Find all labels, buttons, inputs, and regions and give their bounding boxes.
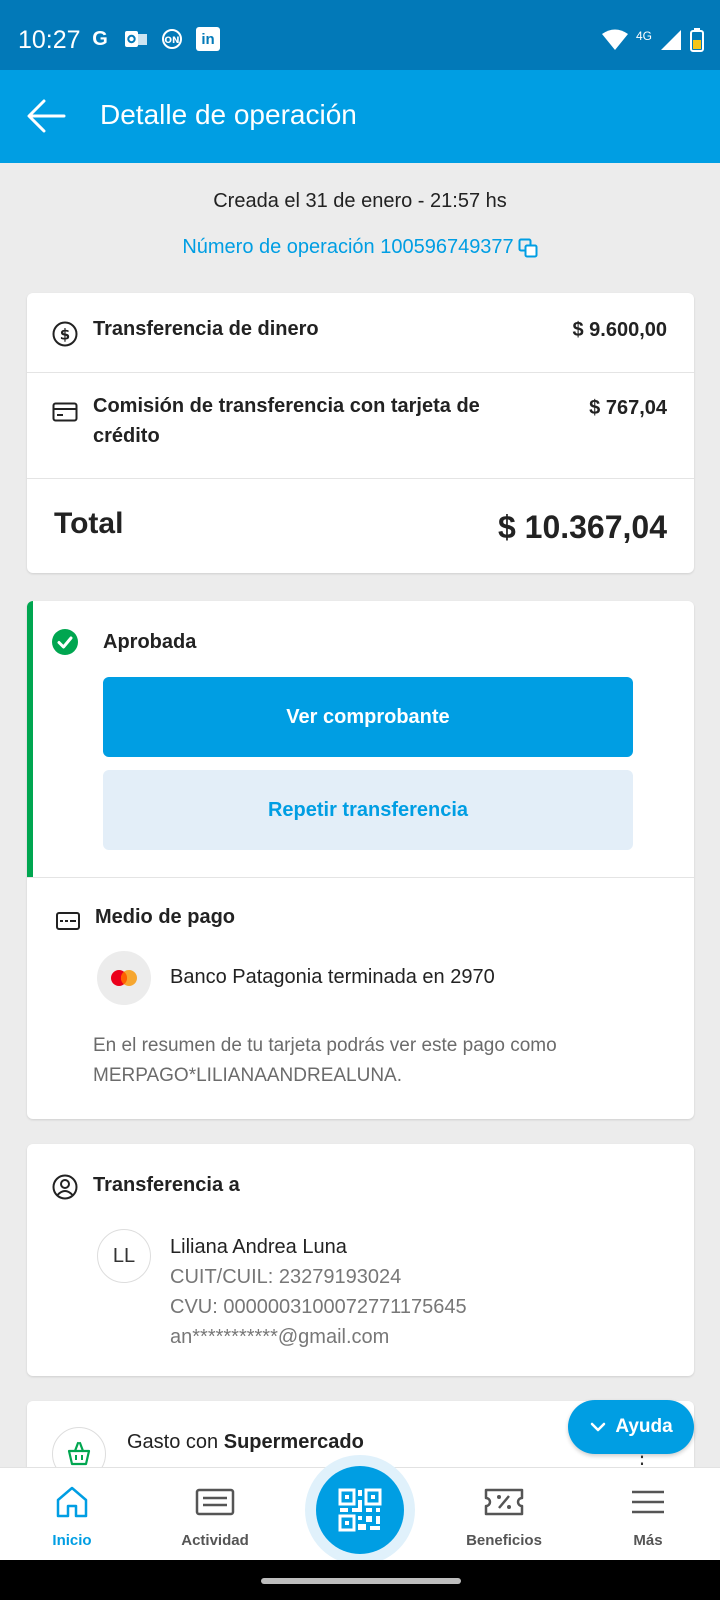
svg-text:ON: ON [164,36,179,46]
expense-prefix: Gasto con [127,1431,219,1453]
recipient-title: Transferencia a [93,1174,240,1196]
bank-card-text: Banco Patagonia terminada en 2970 [170,966,495,988]
recipient-card: Transferencia a LL Liliana Andrea Luna C… [27,1144,694,1376]
operation-number-text: Número de operación 100596749377 [182,236,514,258]
credit-card-icon [52,402,78,422]
wifi-icon [601,29,628,50]
payment-method-title: Medio de pago [95,906,235,928]
creation-date: Creada el 31 de enero - 21:57 hs [213,190,507,212]
user-circle-icon [52,1174,78,1200]
outlook-icon [124,27,148,51]
total-label: Total [54,507,124,540]
status-bar: 10:27 G ON in 4G [0,0,720,70]
copy-icon[interactable] [518,238,538,258]
status-card: Aprobada Ver comprobante Repetir transfe… [27,601,694,1119]
tab-label: Actividad [181,1532,249,1549]
tab-actividad[interactable]: Actividad [155,1468,275,1561]
dollar-circle-icon: $ [52,321,78,347]
menu-icon [632,1490,664,1514]
help-label: Ayuda [615,1416,673,1437]
total-amount: $ 10.367,04 [497,509,667,545]
tab-label: Beneficios [466,1532,542,1549]
qr-code-icon [338,1488,382,1532]
avatar: LL [97,1229,151,1283]
expense-text: Gasto con Supermercado [127,1431,364,1454]
divider [27,877,694,878]
status-text: Aprobada [103,631,197,653]
arrow-left-icon[interactable] [26,98,66,134]
app-bar: Detalle de operación [0,70,720,163]
recipient-email: an***********@gmail.com [170,1326,390,1348]
summary-label: Transferencia de dinero [93,318,319,340]
tab-inicio[interactable]: Inicio [12,1468,132,1561]
summary-label: Comisión de transferencia con tarjeta de… [93,395,480,447]
tab-beneficios[interactable]: Beneficios [444,1468,564,1561]
page-title: Detalle de operación [100,99,357,130]
summary-row: Comisión de transferencia con tarjeta de… [27,373,694,479]
total-row: Total $ 10.367,04 [27,479,694,573]
linkedin-icon: in [196,27,220,51]
coupon-icon [484,1488,524,1516]
recipient-info: Liliana Andrea Luna CUIT/CUIL: 232791930… [170,1232,467,1352]
notification-icons: G ON in [88,27,220,51]
operation-number[interactable]: Número de operación 100596749377 [0,236,720,259]
summary-amount: $ 767,04 [589,397,667,419]
system-nav-bar [0,1560,720,1600]
on-icon: ON [160,27,184,51]
view-receipt-button[interactable]: Ver comprobante [103,677,633,757]
system-icons: 4G [601,28,704,52]
help-button[interactable]: Ayuda [568,1400,694,1454]
summary-card: $ Transferencia de dinero $ 9.600,00 Com… [27,293,694,573]
home-gesture-pill[interactable] [261,1578,461,1584]
check-circle-icon [52,629,78,655]
mastercard-icon [97,951,151,1005]
tab-label: Inicio [52,1532,92,1549]
qr-button-inner [316,1466,404,1554]
recipient-cvu: CVU: 0000003100072771175645 [170,1296,467,1318]
summary-row: $ Transferencia de dinero $ 9.600,00 [27,293,694,373]
activity-icon [195,1488,235,1516]
chevron-down-icon [591,1422,606,1432]
statement-note: En el resumen de tu tarjeta podrás ver e… [93,1035,557,1086]
tab-label: Más [633,1532,663,1549]
clock: 10:27 [18,26,81,54]
network-type: 4G [635,29,652,43]
svg-text:$: $ [60,326,70,344]
summary-amount: $ 9.600,00 [572,319,667,341]
payment-card-icon [56,912,80,930]
google-icon: G [92,27,108,50]
battery-icon [690,28,704,52]
signal-icon [661,30,681,50]
qr-scan-button[interactable] [305,1455,415,1565]
expense-category: Supermercado [223,1431,364,1453]
repeat-transfer-button[interactable]: Repetir transferencia [103,770,633,850]
approved-stripe [27,601,33,877]
recipient-name: Liliana Andrea Luna [170,1236,347,1258]
tab-mas[interactable]: Más [588,1468,708,1561]
recipient-cuit: CUIT/CUIL: 23279193024 [170,1266,402,1288]
home-icon [56,1486,88,1518]
